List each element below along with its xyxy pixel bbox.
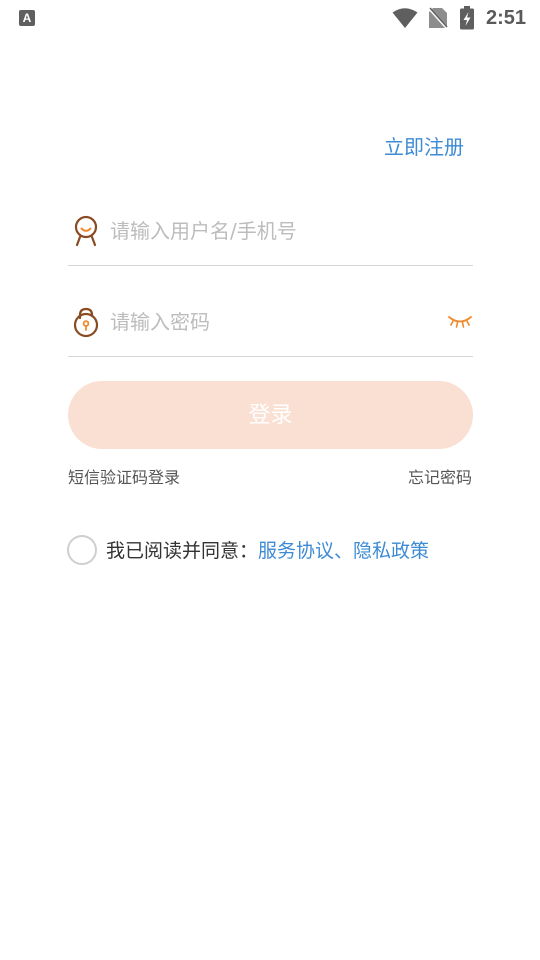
wifi-icon — [392, 8, 418, 28]
username-input[interactable] — [110, 215, 430, 247]
agreement-checkbox[interactable] — [67, 535, 97, 565]
username-row — [68, 205, 473, 266]
service-agreement-link[interactable]: 服务协议 — [258, 540, 334, 562]
user-icon — [74, 215, 98, 247]
login-button[interactable]: 登录 — [68, 381, 473, 449]
agreement-prefix: 我已阅读并同意： — [106, 540, 259, 562]
password-input[interactable] — [110, 306, 430, 338]
register-link[interactable]: 立即注册 — [384, 134, 464, 160]
privacy-policy-link[interactable]: 隐私政策 — [353, 540, 429, 562]
battery-charging-icon — [460, 6, 474, 30]
sms-login-link[interactable]: 短信验证码登录 — [68, 467, 180, 489]
forgot-password-link[interactable]: 忘记密码 — [408, 467, 472, 489]
login-screen: A 2:51 立即注册 请输入用户名/手机号 登录 短信验证码登录 忘记密码 我… — [0, 0, 540, 960]
agreement-separator: 、 — [334, 540, 354, 562]
app-notification-icon: A — [19, 10, 35, 26]
status-time: 2:51 — [486, 7, 527, 29]
lock-icon — [73, 307, 99, 338]
agreement-text: 我已阅读并同意：服务协议、隐私政策 — [106, 538, 429, 564]
status-bar: A 2:51 — [0, 0, 540, 36]
no-sim-icon — [428, 7, 448, 29]
password-row — [68, 296, 473, 357]
eye-closed-icon[interactable] — [447, 312, 473, 330]
